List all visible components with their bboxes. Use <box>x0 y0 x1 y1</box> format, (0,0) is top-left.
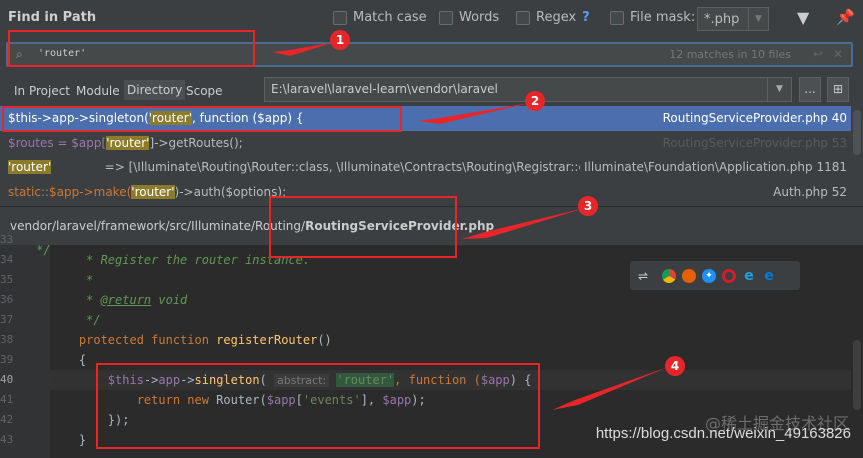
pin-icon[interactable]: 📌 <box>836 8 855 26</box>
directory-value: E:\laravel\laravel-learn\vendor\laravel <box>271 82 498 96</box>
parameter-hint: abstract: <box>274 374 330 387</box>
regex-help-icon[interactable]: ? <box>582 10 590 25</box>
clear-icon[interactable]: ✕ <box>833 47 843 61</box>
soft-wrap-icon[interactable]: ⇌ <box>638 269 656 283</box>
result-text: => [\Illuminate\Routing\Router::class, \… <box>51 160 609 175</box>
scope-module[interactable]: Module <box>76 84 120 98</box>
newline-icon[interactable]: ↩ <box>813 47 823 61</box>
result-file: Illuminate\Foundation\Application.php 11… <box>579 160 847 174</box>
file-mask-input[interactable]: *.php ▼ <box>697 7 769 31</box>
result-text: ]->getRoutes(); <box>149 135 243 150</box>
result-text: $this->app->singleton( <box>8 111 149 126</box>
browser-toolbar: ⇌ ✦ e e <box>630 261 800 290</box>
result-match: 'router' <box>8 160 52 175</box>
scope-directory[interactable]: Directory <box>124 80 186 100</box>
results-scrollbar[interactable] <box>853 110 861 155</box>
watermark: https://blog.csdn.net/weixin_49163826 <box>595 425 851 442</box>
file-mask-label: File mask: <box>630 10 696 25</box>
result-text: )->auth($options); <box>174 184 287 199</box>
result-row[interactable]: static::$app->make('router')->auth($opti… <box>0 180 851 205</box>
regex-label: Regex <box>536 10 577 25</box>
code-line: { <box>50 353 87 367</box>
code-line: return new Router($app['events'], $app); <box>50 393 426 407</box>
dialog-title: Find in Path <box>8 10 97 25</box>
result-match: 'router' <box>148 111 192 126</box>
regex-checkbox[interactable]: Regex? <box>516 10 590 25</box>
result-row[interactable]: $this->app->singleton('router', function… <box>0 106 851 131</box>
search-value: 'router' <box>38 48 87 59</box>
edge-icon[interactable]: e <box>762 269 776 283</box>
filter-icon[interactable]: ▼ <box>797 8 809 27</box>
result-match: 'router' <box>106 135 150 150</box>
code-line: $this->app->singleton( abstract: 'router… <box>50 373 532 387</box>
directory-combobox[interactable]: E:\laravel\laravel-learn\vendor\laravel ▼ <box>264 77 792 102</box>
browse-button[interactable]: ... <box>799 77 821 102</box>
match-case-checkbox[interactable]: Match case <box>333 10 427 25</box>
result-text: static::$app->make( <box>8 184 132 199</box>
search-icon: ⌕ <box>16 47 23 61</box>
match-count: 12 matches in 10 files <box>669 48 791 61</box>
opera-icon[interactable] <box>722 268 736 283</box>
safari-icon[interactable]: ✦ <box>702 268 716 283</box>
results-list: $this->app->singleton('router', function… <box>0 106 851 206</box>
words-checkbox[interactable]: Words <box>439 10 499 25</box>
result-text: , function ($app) { <box>192 111 304 126</box>
result-match: 'router' <box>131 184 175 199</box>
search-input[interactable]: ⌕ 'router' 12 matches in 10 files ↩ ✕ <box>6 42 853 67</box>
words-label: Words <box>459 10 500 25</box>
result-row[interactable]: 'router' => [\Illuminate\Routing\Router:… <box>0 155 851 180</box>
code-line: * @return void <box>50 293 188 307</box>
code-line: protected function registerRouter() <box>50 333 332 347</box>
file-mask-value: *.php <box>704 11 740 27</box>
chevron-down-icon[interactable]: ▼ <box>748 8 768 30</box>
firefox-icon[interactable] <box>682 268 696 283</box>
match-case-label: Match case <box>353 10 427 25</box>
editor-scrollbar[interactable] <box>853 340 861 410</box>
result-file: RoutingServiceProvider.php 40 <box>658 111 847 125</box>
code-line: */ <box>50 313 101 327</box>
result-row[interactable]: $routes = $app['router']->getRoutes(); Ro… <box>0 131 851 156</box>
scope-in-project[interactable]: In Project <box>14 84 70 98</box>
ie-icon[interactable]: e <box>742 269 756 283</box>
result-text: $routes = $app[ <box>8 135 107 150</box>
file-mask-checkbox[interactable]: File mask: <box>610 10 695 25</box>
result-file: RoutingServiceProvider.php 53 <box>658 135 847 150</box>
recursive-tree-button[interactable]: ⊞ <box>827 77 849 102</box>
scope-scope[interactable]: Scope <box>186 84 223 98</box>
chrome-icon[interactable] <box>662 268 676 283</box>
result-file: Auth.php 52 <box>769 184 847 199</box>
chevron-down-icon[interactable]: ▼ <box>767 78 791 101</box>
